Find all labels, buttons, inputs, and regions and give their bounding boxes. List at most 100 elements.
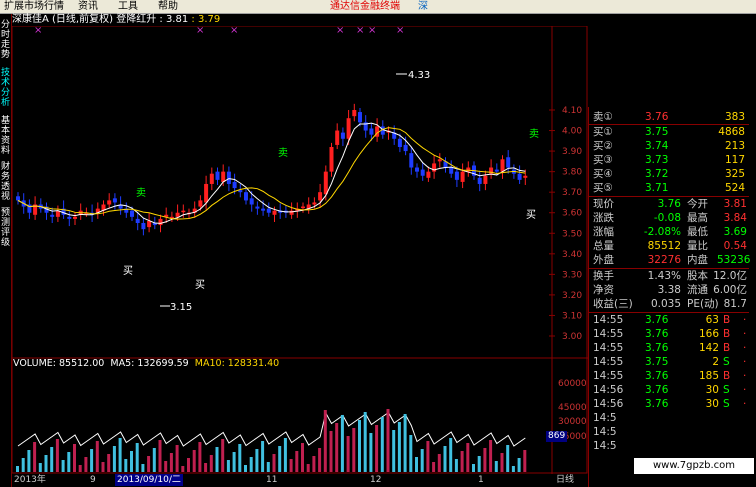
quote-separator xyxy=(589,124,749,125)
menu-tools[interactable]: 工具 xyxy=(118,0,138,13)
volume-ma10: MA10: 128331.40 xyxy=(194,358,280,369)
quote-cell: B xyxy=(723,370,731,382)
volume-bar xyxy=(101,462,105,472)
quote-cell: 2 xyxy=(712,356,719,368)
candle-body xyxy=(403,144,408,152)
quote-cell: 4868 xyxy=(718,126,745,138)
sell-signal: 卖 xyxy=(278,147,288,159)
quote-cell: 30 xyxy=(705,398,719,410)
candle-body xyxy=(352,110,357,117)
quote-cell: 53236 xyxy=(717,254,751,266)
tab-fundamentals[interactable]: 基本资料 xyxy=(0,116,11,156)
quote-cell: 14:55 xyxy=(593,314,624,326)
volume-bar xyxy=(27,450,31,472)
menu-bar: 扩展市场行情 资讯 工具 帮助 通达信金融终端 深 xyxy=(0,0,756,14)
quote-cell: 涨幅 xyxy=(593,226,614,238)
volume-bar xyxy=(249,457,253,472)
watermark: www.7gpzb.com xyxy=(634,458,754,474)
candle-body xyxy=(221,171,226,182)
signal-marker: × xyxy=(336,26,344,36)
indicator-value-1: : 3.81 xyxy=(159,14,189,25)
tab-finance[interactable]: 财务透视 xyxy=(0,162,11,202)
candle-body xyxy=(329,146,334,172)
candle-body xyxy=(141,223,146,230)
quote-cell: 63 xyxy=(705,314,719,326)
volume-bar xyxy=(392,430,396,472)
quote-cell: 内盘 xyxy=(687,254,708,266)
quote-cell: · xyxy=(743,356,747,368)
price-label: 4.10 xyxy=(562,106,582,116)
volume-bar xyxy=(261,441,265,472)
volume-bar xyxy=(226,460,230,472)
quote-cell: 3.81 xyxy=(723,198,747,210)
volume-bar xyxy=(301,443,304,472)
kline-chart[interactable]: 卖卖卖买买买4.333.15× × × × × × × 4.104.003.903.803.… xyxy=(12,26,588,474)
quote-cell: S xyxy=(723,398,730,410)
tab-technical[interactable]: 技术分析 xyxy=(0,68,11,108)
quote-cell: 14:56 xyxy=(593,384,624,396)
volume-bar xyxy=(523,450,527,472)
quote-cell: 股本 xyxy=(687,270,708,282)
candle-body xyxy=(67,216,72,219)
quote-cell: 325 xyxy=(724,168,745,180)
quote-cell: 117 xyxy=(724,154,745,166)
chart-frame xyxy=(12,26,588,474)
candle-body xyxy=(261,208,266,211)
quote-cell: 3.76 xyxy=(645,111,669,123)
candle-body xyxy=(135,218,140,223)
volume-bar xyxy=(272,454,276,472)
quote-cell: 3.74 xyxy=(645,140,669,152)
candle-body xyxy=(255,206,260,209)
quote-separator xyxy=(589,312,749,313)
volume-bar xyxy=(346,436,350,472)
volume-bar xyxy=(375,425,379,472)
volume-bar xyxy=(238,444,242,472)
volume-bar xyxy=(472,464,475,472)
volume-bar xyxy=(33,442,37,472)
volume-bar xyxy=(500,453,504,472)
quote-cell: 85512 xyxy=(647,240,681,252)
volume-bar xyxy=(198,442,202,472)
quote-cell: 最低 xyxy=(687,226,708,238)
quote-cell: 14:55 xyxy=(593,328,624,340)
quote-cell: 换手 xyxy=(593,270,614,282)
menu-help[interactable]: 帮助 xyxy=(158,0,178,13)
quote-cell: 383 xyxy=(724,111,745,123)
price-label: 3.20 xyxy=(562,291,582,301)
quote-cell: 今开 xyxy=(687,198,708,210)
volume-bar xyxy=(16,466,19,472)
candle-body xyxy=(335,130,340,145)
candle-body xyxy=(426,171,431,178)
quote-cell: 3.84 xyxy=(723,212,747,224)
volume-bar xyxy=(255,449,259,472)
candle-body xyxy=(249,198,254,205)
quote-cell: 213 xyxy=(724,140,745,152)
quote-cell: 买④ xyxy=(593,168,613,180)
period-label[interactable]: 日线 xyxy=(556,474,574,487)
cursor-date: 2013/09/10/二 xyxy=(115,474,183,486)
quote-cell: B xyxy=(723,328,731,340)
volume-bar xyxy=(426,441,430,472)
volume-bar xyxy=(306,464,310,472)
price-label: 3.30 xyxy=(562,270,582,280)
sell-signal: 卖 xyxy=(529,128,539,140)
menu-extended-market[interactable]: 扩展市场行情 xyxy=(4,0,64,13)
stock-name: 深康佳A xyxy=(12,14,49,25)
volume-bar xyxy=(164,461,168,472)
tab-intraday[interactable]: 分时走势 xyxy=(0,20,11,60)
volume-bar xyxy=(477,456,481,472)
menu-news[interactable]: 资讯 xyxy=(78,0,98,13)
candle-body xyxy=(181,210,186,213)
quote-cell: 14:55 xyxy=(593,342,624,354)
quote-cell: 12.0亿 xyxy=(713,270,747,282)
promo-text[interactable]: 通达信金融终端 xyxy=(330,0,400,13)
tab-forecast[interactable]: 预测评级 xyxy=(0,208,11,248)
volume-bar xyxy=(369,433,373,472)
quote-cell: 81.7 xyxy=(723,298,747,310)
volume-bar xyxy=(21,458,25,472)
volume-bar xyxy=(278,446,282,472)
candle-body xyxy=(415,167,419,172)
quote-separator xyxy=(589,268,749,269)
candle-body xyxy=(420,169,425,176)
quote-cell: 3.76 xyxy=(645,342,669,354)
